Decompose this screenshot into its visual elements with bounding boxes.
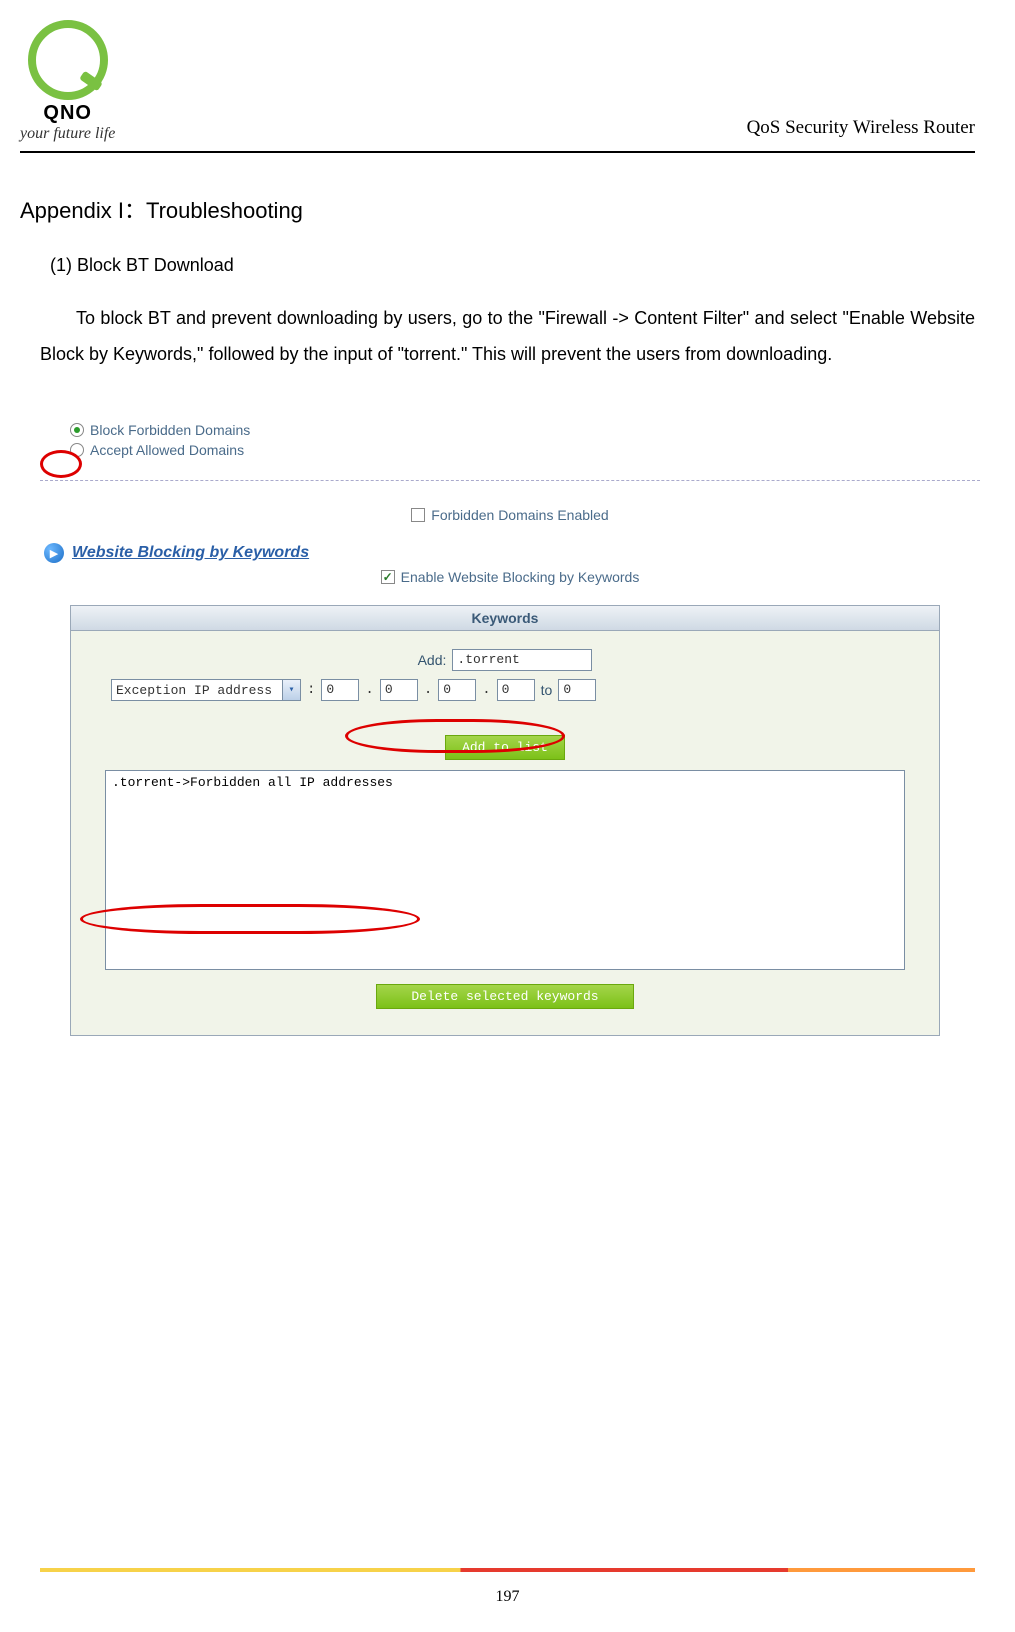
qno-logo-icon	[28, 20, 108, 100]
brand-tagline: your future life	[20, 125, 115, 143]
page-header: QNO your future life QoS Security Wirele…	[20, 20, 975, 153]
appendix-title: Appendix I：Troubleshooting	[20, 193, 975, 225]
instruction-paragraph: To block BT and prevent downloading by u…	[40, 300, 975, 372]
delete-keywords-button[interactable]: Delete selected keywords	[376, 984, 633, 1009]
radio-icon	[70, 443, 84, 457]
chevron-down-icon: ▾	[282, 680, 300, 700]
keywords-panel: Keywords Add: .torrent Exception IP addr…	[70, 605, 940, 1036]
dot: .	[365, 682, 373, 698]
ip-octet-1[interactable]: 0	[321, 679, 359, 701]
add-button-row: Add to list	[91, 735, 919, 760]
logo-block: QNO your future life	[20, 20, 115, 143]
separator	[40, 480, 980, 481]
section-subtitle: (1) Block BT Download	[50, 255, 975, 276]
checkbox-label: Enable Website Blocking by Keywords	[401, 569, 640, 585]
section-header-keywords[interactable]: ▶ Website Blocking by Keywords	[44, 543, 980, 563]
keyword-input[interactable]: .torrent	[452, 649, 592, 671]
radio-accept-allowed[interactable]: Accept Allowed Domains	[70, 442, 980, 458]
radio-label: Block Forbidden Domains	[90, 422, 250, 438]
radio-icon	[70, 423, 84, 437]
ip-octet-2[interactable]: 0	[380, 679, 418, 701]
dot: .	[424, 682, 432, 698]
checkbox-icon	[411, 508, 425, 522]
dot: .	[482, 682, 490, 698]
add-to-list-button[interactable]: Add to list	[445, 735, 565, 760]
select-value: Exception IP address	[116, 683, 272, 698]
list-item[interactable]: .torrent->Forbidden all IP addresses	[112, 775, 898, 790]
forbidden-domains-enabled-check[interactable]: Forbidden Domains Enabled	[40, 507, 980, 523]
checkbox-label: Forbidden Domains Enabled	[431, 507, 608, 523]
ip-octet-3[interactable]: 0	[438, 679, 476, 701]
colon: :	[307, 682, 315, 698]
brand-name: QNO	[43, 102, 92, 125]
enable-website-blocking-check[interactable]: Enable Website Blocking by Keywords	[40, 569, 980, 585]
exception-ip-row: Exception IP address ▾ : 0 . 0 . 0 . 0 t…	[111, 679, 919, 701]
keyword-listbox[interactable]: .torrent->Forbidden all IP addresses	[105, 770, 905, 970]
document-title: QoS Security Wireless Router	[747, 117, 975, 139]
radio-label: Accept Allowed Domains	[90, 442, 244, 458]
keywords-header: Keywords	[71, 606, 939, 631]
footer-color-bar	[40, 1568, 975, 1572]
exception-select[interactable]: Exception IP address ▾	[111, 679, 301, 701]
delete-button-row: Delete selected keywords	[91, 984, 919, 1009]
checkbox-icon	[381, 570, 395, 584]
ip-octet-5[interactable]: 0	[558, 679, 596, 701]
radio-block-forbidden[interactable]: Block Forbidden Domains	[70, 422, 980, 438]
ip-octet-4[interactable]: 0	[497, 679, 535, 701]
router-ui-screenshot: Block Forbidden Domains Accept Allowed D…	[40, 422, 980, 1036]
section-title: Website Blocking by Keywords	[72, 544, 309, 562]
add-label: Add:	[418, 652, 447, 668]
to-label: to	[541, 682, 553, 698]
expand-arrow-icon: ▶	[44, 543, 64, 563]
page-number: 197	[0, 1588, 1015, 1606]
add-keyword-row: Add: .torrent	[91, 649, 919, 671]
